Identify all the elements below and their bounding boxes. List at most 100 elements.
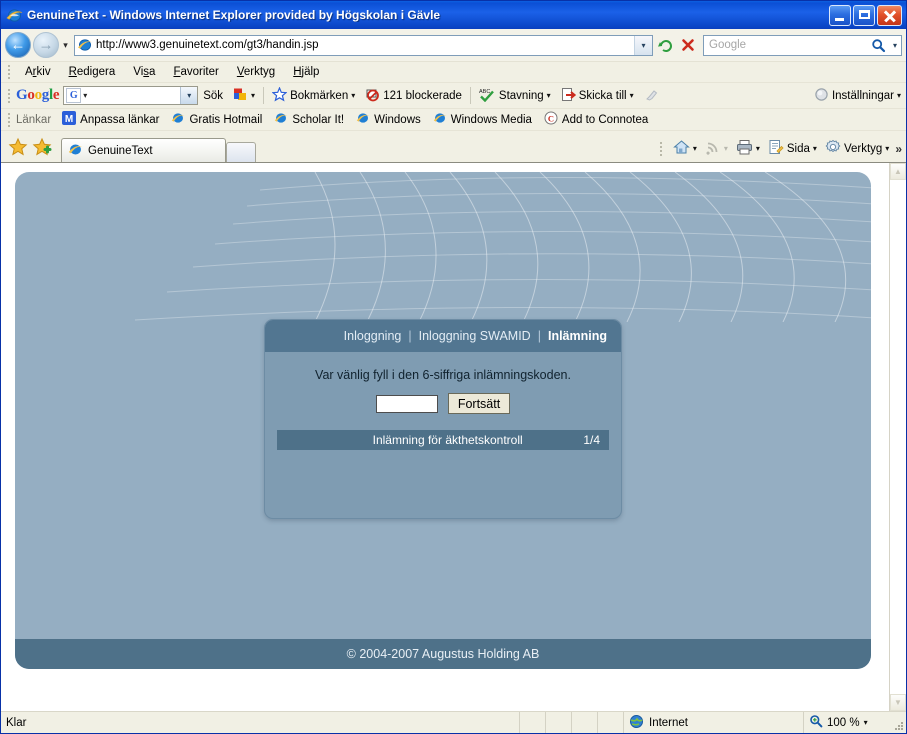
google-popup-blocker-button[interactable]: 121 blockerade xyxy=(360,87,467,105)
search-input[interactable]: Google xyxy=(704,39,867,51)
ie-icon xyxy=(356,111,370,128)
link-windows-media[interactable]: Windows Media xyxy=(427,111,538,128)
google-bookmarks-button[interactable]: Bokmärken ▾ xyxy=(267,85,360,105)
menu-item-hjalp[interactable]: Hjälp xyxy=(284,64,328,80)
security-zone-label: Internet xyxy=(649,716,688,729)
svg-text:M: M xyxy=(65,114,73,125)
home-button[interactable]: ▾ xyxy=(669,139,701,158)
connotea-icon: C xyxy=(544,111,558,128)
tools-menu-button[interactable]: Verktyg ▾ xyxy=(821,139,893,158)
close-button[interactable] xyxy=(877,4,902,26)
links-bar-gripper[interactable] xyxy=(5,112,12,128)
handin-panel: Inloggning | Inloggning SWAMID | Inlämni… xyxy=(264,319,622,519)
ie-icon xyxy=(171,111,185,128)
new-tab-button[interactable] xyxy=(226,142,256,162)
menu-gripper[interactable] xyxy=(5,64,12,80)
vertical-scrollbar[interactable]: ▲ ▼ xyxy=(889,163,906,711)
menu-item-arkiv[interactable]: Arkiv xyxy=(16,64,60,80)
browser-chrome: ← → ▾ http://www3.genuinetext.com/gt3/ha… xyxy=(1,29,906,162)
back-button[interactable]: ← xyxy=(5,32,31,58)
forward-button[interactable]: → xyxy=(33,32,59,58)
google-search-engine-icon[interactable]: G xyxy=(66,88,82,103)
address-dropdown-icon[interactable]: ▾ xyxy=(634,35,652,55)
google-highlight-button[interactable]: ▾ xyxy=(228,87,260,105)
tools-menu-label: Verktyg xyxy=(843,142,883,155)
svg-text:ABC: ABC xyxy=(479,89,490,95)
status-pane-4 xyxy=(598,712,624,733)
google-search-dropdown-icon[interactable]: ▾ xyxy=(180,87,198,104)
page-caret-icon[interactable]: ▾ xyxy=(813,144,817,153)
zoom-caret-icon[interactable]: ▾ xyxy=(864,718,868,727)
print-button[interactable]: ▾ xyxy=(732,139,764,158)
command-bar-overflow-icon[interactable]: » xyxy=(893,142,906,156)
maximize-button[interactable] xyxy=(853,4,875,26)
link-label: Scholar It! xyxy=(292,113,345,126)
link-scholar-it[interactable]: Scholar It! xyxy=(268,111,350,128)
feeds-button: ▾ xyxy=(701,139,732,158)
nav-link-inloggning[interactable]: Inloggning xyxy=(344,329,402,343)
nav-link-inloggning-swamid[interactable]: Inloggning SWAMID xyxy=(419,329,531,343)
google-search-input[interactable]: G ▾ ▾ xyxy=(63,86,199,105)
link-label: Windows xyxy=(374,113,421,126)
stop-button[interactable] xyxy=(677,34,699,56)
settings-circle-icon xyxy=(814,87,829,105)
gear-icon xyxy=(825,139,841,158)
google-spellcheck-button[interactable]: ABC Stavning ▾ xyxy=(474,87,556,105)
google-toolbar-gripper[interactable] xyxy=(5,88,12,104)
link-label: Windows Media xyxy=(450,113,532,126)
link-add-to-connotea[interactable]: C Add to Connotea xyxy=(538,111,654,128)
google-search-button[interactable]: Sök xyxy=(198,90,228,102)
bookmarks-caret-icon[interactable]: ▾ xyxy=(351,91,355,100)
highlight-caret-icon[interactable]: ▾ xyxy=(251,91,255,100)
menu-item-visa[interactable]: Visa xyxy=(124,64,164,80)
link-anpassa-lankar[interactable]: M Anpassa länkar xyxy=(56,111,165,128)
search-icon[interactable] xyxy=(867,36,889,55)
google-send-to-button[interactable]: Skicka till ▾ xyxy=(556,87,639,105)
refresh-button[interactable] xyxy=(655,34,677,56)
nav-separator: | xyxy=(537,329,541,343)
favorites-center-icon[interactable] xyxy=(8,137,28,157)
address-bar[interactable]: http://www3.genuinetext.com/gt3/handin.j… xyxy=(74,34,653,56)
google-search-button-label: Sök xyxy=(203,89,224,102)
google-settings-button[interactable]: Inställningar ▾ xyxy=(809,87,906,105)
home-caret-icon[interactable]: ▾ xyxy=(693,144,697,153)
page-menu-button[interactable]: Sida ▾ xyxy=(764,139,821,158)
command-bar-gripper[interactable] xyxy=(658,141,665,157)
nav-separator: | xyxy=(408,329,412,343)
menu-bar: Arkiv Redigera Visa Favoriter Verktyg Hj… xyxy=(1,62,906,82)
highlight-blocks-icon xyxy=(233,87,248,105)
send-to-caret-icon[interactable]: ▾ xyxy=(630,91,634,100)
ie-icon xyxy=(433,111,447,128)
progress-title: Inlämning för äkthetskontroll xyxy=(372,433,523,447)
links-bar-label: Länkar xyxy=(16,113,52,126)
navigation-bar: ← → ▾ http://www3.genuinetext.com/gt3/ha… xyxy=(1,29,906,62)
progress-step-count: 1/4 xyxy=(583,433,600,447)
menu-item-verktyg[interactable]: Verktyg xyxy=(228,64,284,80)
spellcheck-caret-icon[interactable]: ▾ xyxy=(547,91,551,100)
nav-link-inlamning[interactable]: Inlämning xyxy=(548,329,607,343)
history-dropdown-icon[interactable]: ▾ xyxy=(59,40,72,51)
google-highlighter-button[interactable] xyxy=(639,87,664,105)
browser-tab-genuinetext[interactable]: GenuineText xyxy=(61,138,226,162)
zoom-control[interactable]: 100 % ▾ xyxy=(804,712,892,733)
menu-item-redigera[interactable]: Redigera xyxy=(60,64,125,80)
add-to-favorites-icon[interactable] xyxy=(32,137,52,157)
link-gratis-hotmail[interactable]: Gratis Hotmail xyxy=(165,111,268,128)
minimize-button[interactable] xyxy=(829,4,851,26)
resize-grip[interactable] xyxy=(892,712,906,733)
continue-button[interactable]: Fortsätt xyxy=(447,393,511,414)
menu-item-favoriter[interactable]: Favoriter xyxy=(164,64,227,80)
tools-caret-icon[interactable]: ▾ xyxy=(885,144,889,153)
link-windows[interactable]: Windows xyxy=(350,111,427,128)
google-engine-caret-icon[interactable]: ▾ xyxy=(83,91,87,100)
settings-caret-icon[interactable]: ▾ xyxy=(897,91,901,100)
security-zone[interactable]: Internet xyxy=(624,712,804,733)
scroll-down-arrow-icon[interactable]: ▼ xyxy=(890,694,906,711)
links-bar: Länkar M Anpassa länkar Gratis Hotmail S… xyxy=(1,108,906,130)
search-dropdown-icon[interactable]: ▾ xyxy=(889,36,901,55)
search-bar[interactable]: Google ▾ xyxy=(703,34,902,56)
scroll-up-arrow-icon[interactable]: ▲ xyxy=(890,163,906,180)
svg-text:C: C xyxy=(548,114,554,124)
print-caret-icon[interactable]: ▾ xyxy=(756,144,760,153)
handin-code-input[interactable] xyxy=(375,394,438,413)
